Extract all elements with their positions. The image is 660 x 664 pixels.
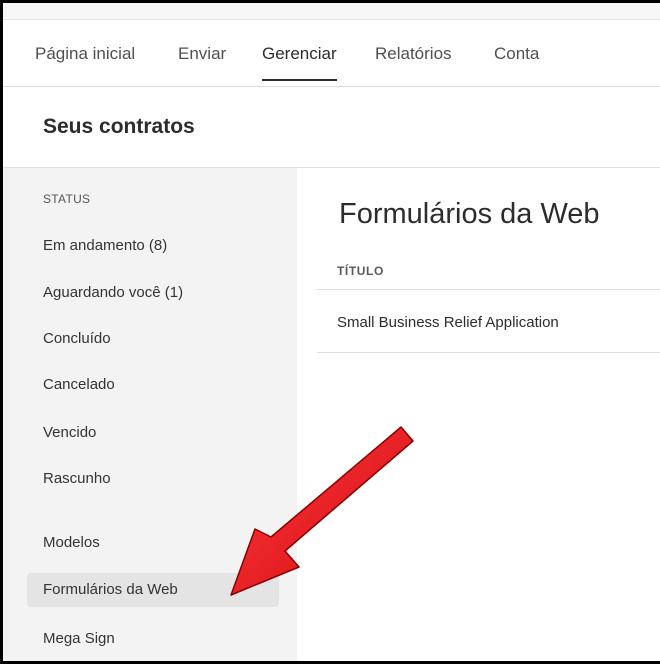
sidebar-item-em-andamento[interactable]: Em andamento (8) [27,229,279,263]
sidebar-item-aguardando-voce[interactable]: Aguardando você (1) [27,276,279,310]
tab-relatorios[interactable]: Relatórios [375,44,452,64]
tab-gerenciar[interactable]: Gerenciar [262,44,337,81]
table-header-divider [317,289,660,290]
sidebar-item-concluido[interactable]: Concluído [27,322,279,356]
sidebar-item-formularios-da-web[interactable]: Formulários da Web [27,573,279,607]
sidebar-item-mega-sign[interactable]: Mega Sign [27,622,279,656]
tab-enviar[interactable]: Enviar [178,44,226,64]
top-strip [3,3,660,20]
sidebar-item-cancelado[interactable]: Cancelado [27,368,279,402]
table-row[interactable]: Small Business Relief Application [337,314,559,331]
table-row-divider [317,352,660,353]
tab-conta[interactable]: Conta [494,44,539,64]
sidebar: STATUS Em andamento (8) Aguardando você … [3,168,297,661]
page-title: Seus contratos [43,115,195,138]
tab-pagina-inicial[interactable]: Página inicial [35,44,135,64]
sidebar-item-rascunho[interactable]: Rascunho [27,462,279,496]
main-content: Formulários da Web TÍTULO Small Business… [297,168,660,661]
page-header: Seus contratos [3,87,660,168]
sidebar-item-modelos[interactable]: Modelos [27,526,279,560]
sidebar-item-vencido[interactable]: Vencido [27,416,279,450]
column-header-titulo[interactable]: TÍTULO [337,264,384,278]
main-title: Formulários da Web [339,198,600,230]
top-navigation: Página inicial Enviar Gerenciar Relatóri… [3,20,660,87]
sidebar-section-label: STATUS [43,192,91,206]
app-window: Página inicial Enviar Gerenciar Relatóri… [0,0,660,664]
